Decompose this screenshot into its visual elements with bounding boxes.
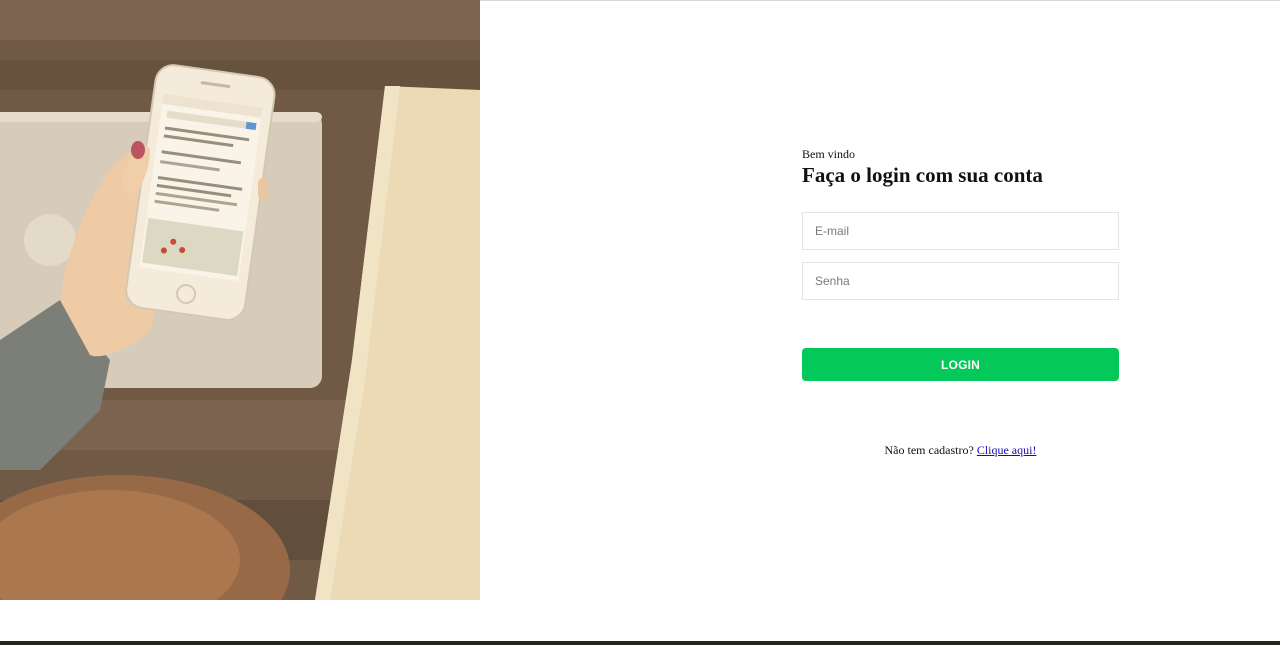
password-field[interactable] (802, 262, 1119, 300)
login-button[interactable]: LOGIN (802, 348, 1119, 381)
login-panel: Bem vindo Faça o login com sua conta LOG… (802, 147, 1119, 457)
signup-link[interactable]: Clique aqui! (977, 443, 1037, 457)
signup-prompt: Não tem cadastro? Clique aqui! (802, 443, 1119, 458)
welcome-text: Bem vindo (802, 147, 855, 161)
page-title: Faça o login com sua conta (802, 163, 1043, 187)
email-field[interactable] (802, 212, 1119, 250)
footer-strip (0, 641, 1280, 645)
top-divider (480, 0, 1280, 1)
signup-text: Não tem cadastro? (884, 443, 974, 457)
hero-photo (0, 0, 480, 600)
